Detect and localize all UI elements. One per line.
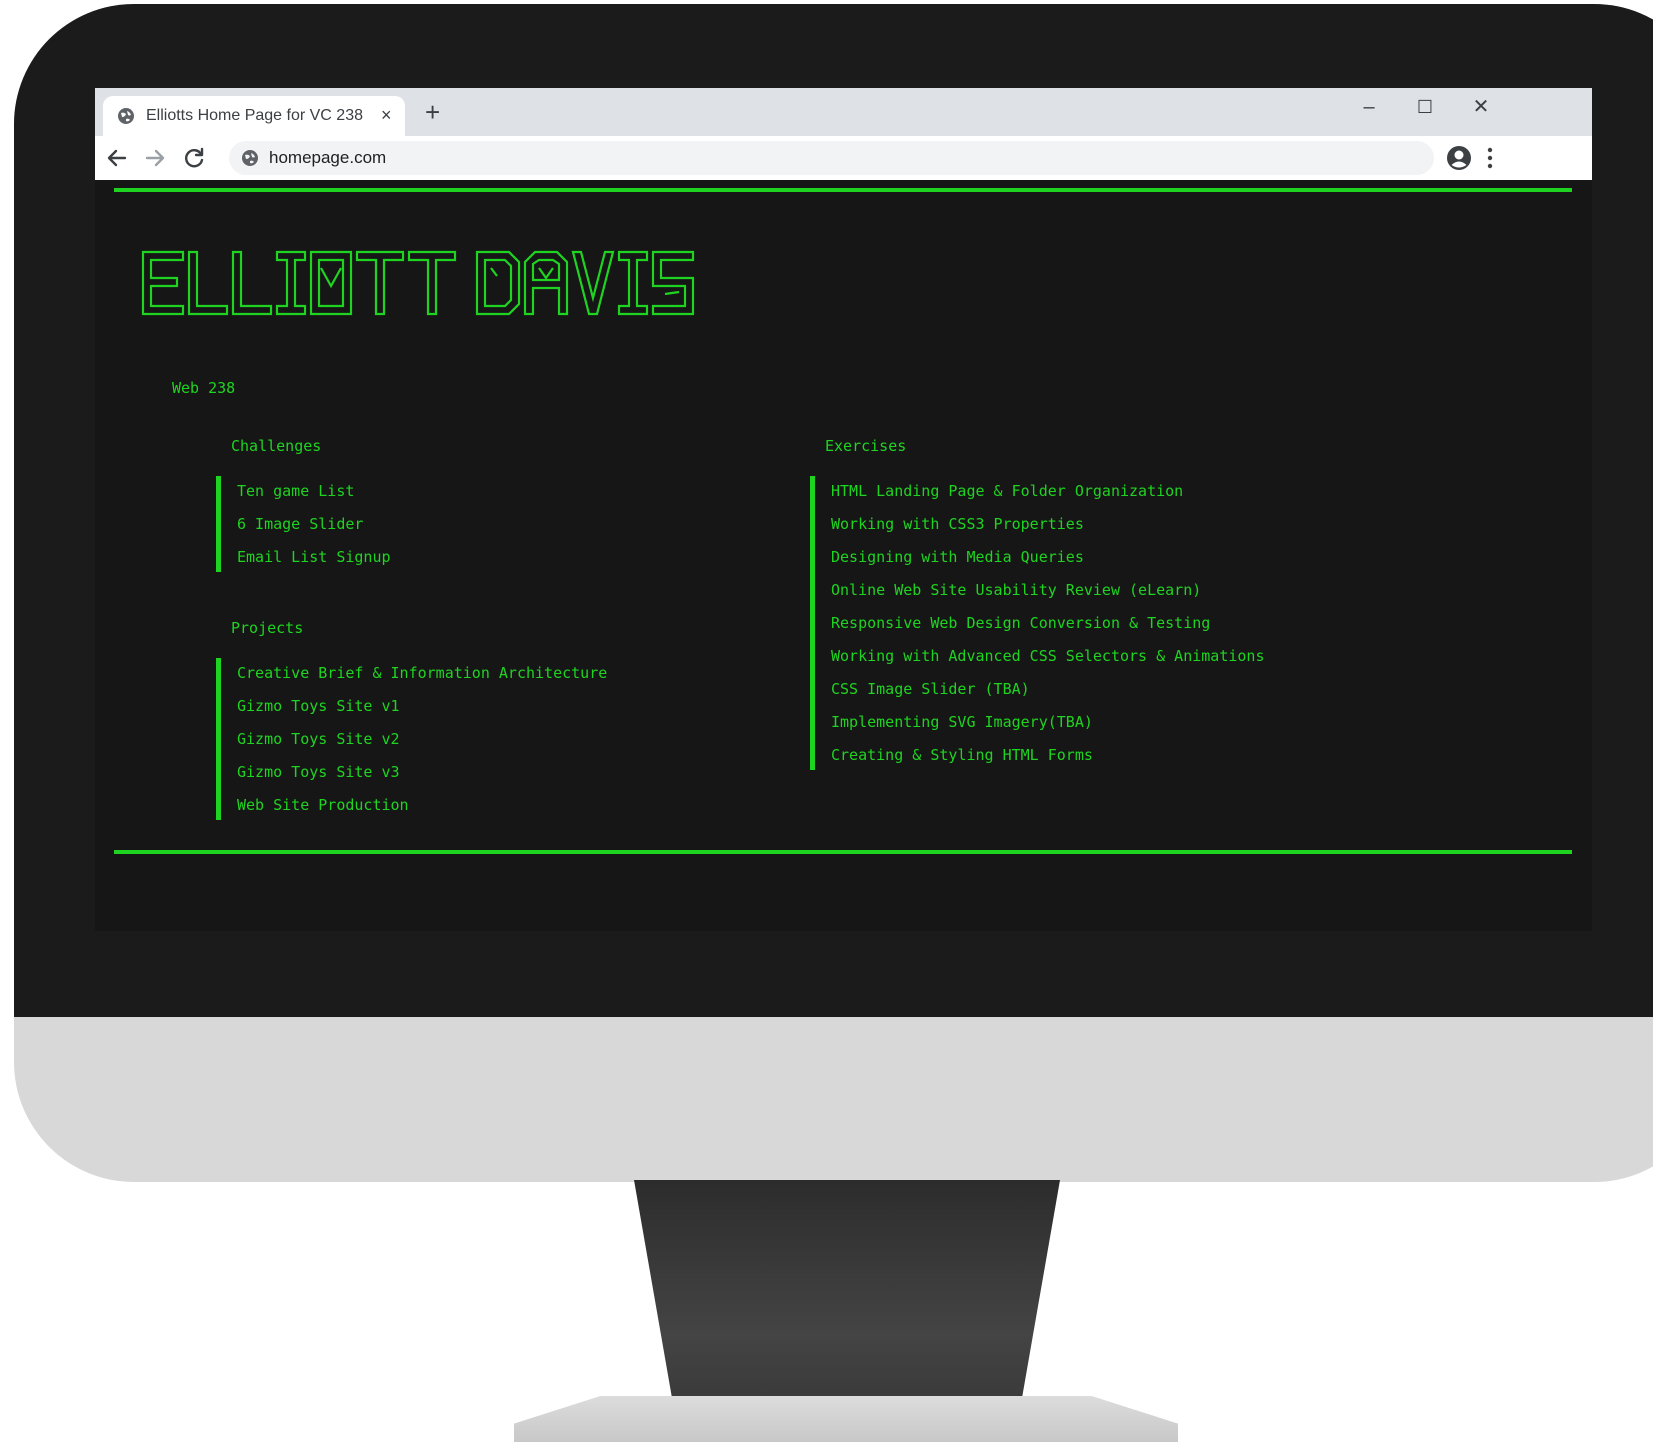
globe-icon [118, 108, 134, 124]
arrow-right-icon[interactable] [141, 144, 169, 172]
arrow-left-icon[interactable] [103, 144, 131, 172]
close-tab-icon[interactable]: × [381, 104, 392, 126]
monitor-stand [634, 1180, 1060, 1400]
url-text[interactable]: homepage.com [269, 148, 386, 168]
browser-tab[interactable]: Elliotts Home Page for VC 238 × [103, 96, 405, 136]
exercises-heading: Exercises [825, 437, 907, 455]
project-link[interactable]: Gizmo Toys Site v1 [237, 691, 607, 724]
exercise-link[interactable]: Working with Advanced CSS Selectors & An… [831, 641, 1264, 674]
vertical-dots-icon[interactable] [1487, 147, 1493, 169]
tab-title: Elliotts Home Page for VC 238 [146, 107, 363, 124]
challenges-list: Ten game List 6 Image Slider Email List … [216, 476, 391, 572]
globe-icon[interactable] [241, 149, 259, 167]
exercise-link[interactable]: CSS Image Slider (TBA) [831, 674, 1264, 707]
exercises-list: HTML Landing Page & Folder Organization … [810, 476, 1264, 770]
course-label: Web 238 [172, 379, 236, 397]
minimize-button[interactable]: – [1349, 92, 1389, 122]
new-tab-button[interactable]: + [425, 98, 440, 126]
exercise-link[interactable]: Online Web Site Usability Review (eLearn… [831, 575, 1264, 608]
challenges-heading: Challenges [231, 437, 322, 455]
bottom-divider [114, 850, 1572, 854]
browser-toolbar: homepage.com [95, 136, 1592, 180]
exercise-link[interactable]: HTML Landing Page & Folder Organization [831, 476, 1264, 509]
exercise-link[interactable]: Implementing SVG Imagery(TBA) [831, 707, 1264, 740]
exercise-link[interactable]: Working with CSS3 Properties [831, 509, 1264, 542]
account-circle-icon[interactable] [1446, 145, 1472, 171]
project-link[interactable]: Gizmo Toys Site v2 [237, 724, 607, 757]
exercise-link[interactable]: Designing with Media Queries [831, 542, 1264, 575]
monitor-stand-base [514, 1396, 1178, 1442]
projects-list: Creative Brief & Information Architectur… [216, 658, 607, 820]
exercise-link[interactable]: Responsive Web Design Conversion & Testi… [831, 608, 1264, 641]
project-link[interactable]: Gizmo Toys Site v3 [237, 757, 607, 790]
top-divider [114, 188, 1572, 192]
challenge-link[interactable]: Ten game List [237, 476, 391, 509]
exercise-link[interactable]: Creating & Styling HTML Forms [831, 740, 1264, 770]
challenge-link[interactable]: 6 Image Slider [237, 509, 391, 542]
project-link[interactable]: Web Site Production [237, 790, 607, 820]
tab-strip: Elliotts Home Page for VC 238 × + – ☐ ✕ [95, 88, 1592, 136]
address-bar[interactable]: homepage.com [229, 141, 1434, 175]
ascii-name-heading [141, 250, 695, 316]
maximize-button[interactable]: ☐ [1405, 92, 1445, 122]
projects-heading: Projects [231, 619, 304, 637]
browser-window: Elliotts Home Page for VC 238 × + – ☐ ✕ … [95, 88, 1592, 931]
reload-icon[interactable] [180, 144, 208, 172]
web-page: Web 238 Challenges Ten game List 6 Image… [95, 180, 1592, 931]
project-link[interactable]: Creative Brief & Information Architectur… [237, 658, 607, 691]
close-window-button[interactable]: ✕ [1461, 92, 1501, 122]
challenge-link[interactable]: Email List Signup [237, 542, 391, 572]
